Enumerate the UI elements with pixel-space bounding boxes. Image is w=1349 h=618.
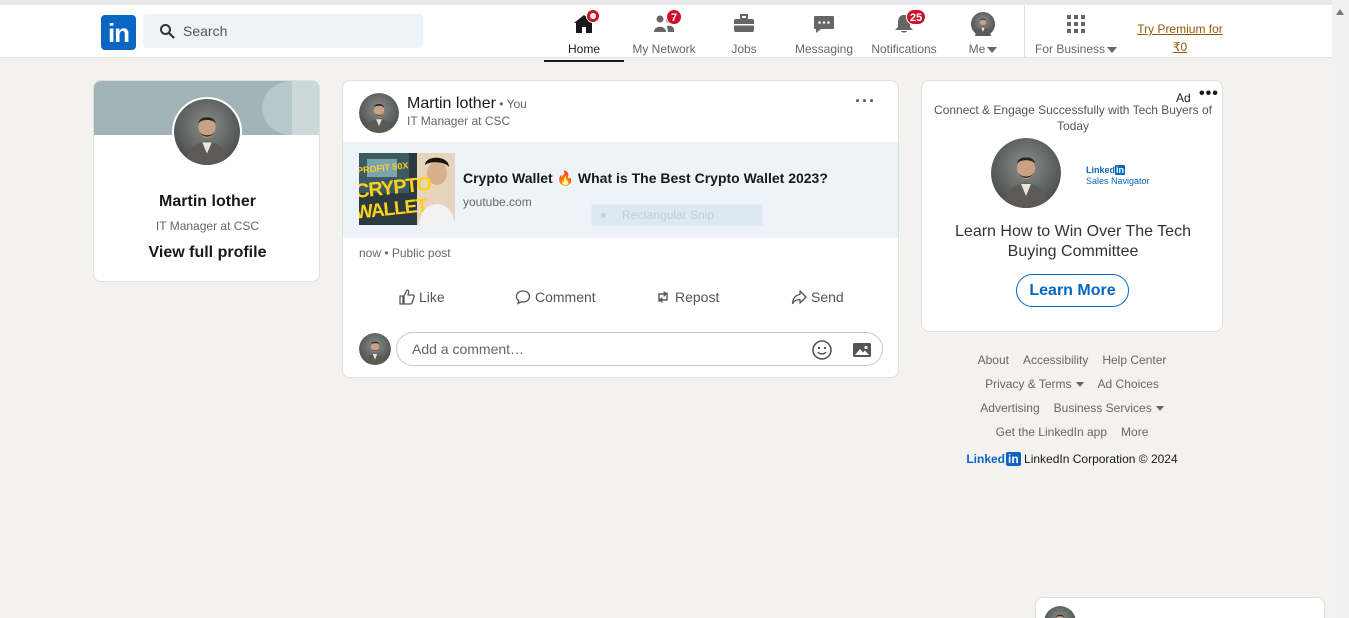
sales-nav-in: in bbox=[1115, 165, 1126, 175]
nav-me-label: Me bbox=[968, 42, 986, 56]
chevron-down-icon bbox=[1155, 406, 1164, 412]
sales-nav-linked: Linked bbox=[1086, 165, 1116, 175]
network-badge: 7 bbox=[666, 9, 682, 25]
footer-copyright: Linked in LinkedIn Corporation © 2024 bbox=[921, 452, 1223, 466]
like-button[interactable]: Like bbox=[399, 281, 445, 313]
footer-linkedin-logo: Linked in bbox=[966, 452, 1021, 466]
footer-advertising[interactable]: Advertising bbox=[980, 401, 1039, 415]
search-input[interactable] bbox=[183, 14, 413, 48]
footer-more[interactable]: More bbox=[1121, 425, 1148, 439]
nav-divider bbox=[1024, 5, 1025, 58]
post-author-you: • You bbox=[495, 97, 527, 111]
nav-for-business-label: For Business bbox=[1034, 42, 1106, 56]
post-author-name[interactable]: Martin lother bbox=[407, 95, 496, 112]
view-full-profile-link[interactable]: View full profile bbox=[94, 244, 319, 262]
try-premium-link[interactable]: Try Premium for ₹0 bbox=[1132, 20, 1228, 56]
nav-jobs[interactable]: Jobs bbox=[704, 10, 784, 62]
message-icon bbox=[812, 12, 836, 36]
nav-messaging[interactable]: Messaging bbox=[784, 10, 864, 62]
footer-links: About Accessibility Help Center Privacy & … bbox=[921, 352, 1223, 466]
rectangular-snip-overlay: Rectangular Snip bbox=[591, 204, 763, 226]
ad-more-options-icon[interactable]: ••• bbox=[1199, 85, 1219, 103]
briefcase-icon bbox=[732, 12, 756, 36]
footer-get-app[interactable]: Get the LinkedIn app bbox=[996, 425, 1107, 439]
profile-avatar[interactable] bbox=[172, 97, 242, 167]
post-more-options-icon[interactable]: ··· bbox=[855, 91, 876, 112]
nav-jobs-label: Jobs bbox=[731, 42, 757, 56]
learn-more-button[interactable]: Learn More bbox=[1016, 274, 1129, 307]
link-preview[interactable]: PROFIT 50X CRYPTO WALLET Crypto Wallet 🔥… bbox=[343, 142, 898, 238]
me-avatar bbox=[971, 12, 995, 36]
like-label: Like bbox=[419, 289, 445, 305]
post-visibility: now • Public post bbox=[359, 246, 451, 260]
emoji-icon[interactable] bbox=[811, 339, 833, 361]
nav-notifications[interactable]: 25 Notifications bbox=[864, 9, 944, 62]
top-nav-bar: in Home 7 My Network Jobs Messaging bbox=[0, 0, 1332, 62]
page-scrollbar[interactable] bbox=[1332, 0, 1349, 618]
link-title[interactable]: Crypto Wallet 🔥 What is The Best Crypto … bbox=[463, 170, 828, 187]
image-icon[interactable] bbox=[851, 339, 873, 361]
ad-card: Ad ••• Connect & Engage Successfully wit… bbox=[921, 80, 1223, 332]
linkedin-logo[interactable]: in bbox=[101, 15, 136, 50]
home-notification-dot bbox=[586, 9, 600, 23]
video-thumbnail[interactable]: PROFIT 50X CRYPTO WALLET bbox=[359, 153, 455, 225]
scroll-up-arrow-icon[interactable] bbox=[1336, 9, 1344, 15]
repost-button[interactable]: Repost bbox=[655, 281, 719, 313]
chevron-down-icon bbox=[987, 46, 998, 53]
footer-help-center[interactable]: Help Center bbox=[1102, 353, 1166, 367]
post-author-avatar[interactable] bbox=[359, 93, 399, 133]
nav-my-network[interactable]: 7 My Network bbox=[624, 9, 704, 62]
footer-privacy-terms[interactable]: Privacy & Terms bbox=[985, 377, 1084, 391]
ad-text: Learn How to Win Over The Tech Buying Co… bbox=[955, 223, 1191, 260]
notifications-badge: 25 bbox=[906, 9, 927, 25]
comment-avatar bbox=[359, 333, 391, 365]
premium-line-1: Try Premium for bbox=[1137, 22, 1223, 36]
send-label: Send bbox=[811, 289, 844, 305]
chevron-down-icon bbox=[1107, 46, 1118, 53]
send-button[interactable]: Send bbox=[791, 281, 844, 313]
people-icon: 7 bbox=[652, 9, 682, 36]
copyright-text: LinkedIn Corporation © 2024 bbox=[1024, 452, 1178, 466]
nav-home[interactable]: Home bbox=[544, 9, 624, 62]
repost-icon bbox=[658, 291, 668, 303]
messaging-avatar bbox=[1044, 606, 1076, 618]
send-icon bbox=[791, 290, 807, 305]
nav-my-network-label: My Network bbox=[632, 42, 696, 56]
thumbs-up-icon bbox=[399, 289, 415, 305]
grid-icon bbox=[1064, 12, 1088, 36]
link-domain: youtube.com bbox=[463, 195, 532, 209]
ad-avatar bbox=[991, 138, 1061, 208]
footer-accessibility[interactable]: Accessibility bbox=[1023, 353, 1088, 367]
premium-line-2: ₹0 bbox=[1172, 40, 1188, 54]
footer-business-services[interactable]: Business Services bbox=[1054, 401, 1164, 415]
nav-me[interactable]: Me bbox=[950, 10, 1016, 62]
repost-label: Repost bbox=[675, 289, 720, 305]
nav-for-business[interactable]: For Business bbox=[1030, 10, 1122, 62]
profile-card: Martin lother IT Manager at CSC View ful… bbox=[93, 80, 320, 282]
home-icon bbox=[572, 9, 600, 36]
profile-name[interactable]: Martin lother bbox=[94, 193, 319, 211]
nav-notifications-label: Notifications bbox=[871, 42, 937, 56]
post-card: Martin lother • You IT Manager at CSC ··… bbox=[342, 80, 899, 378]
comment-button[interactable]: Comment bbox=[515, 281, 596, 313]
messaging-overlay[interactable] bbox=[1035, 597, 1325, 618]
post-actions: Like Comment Repost Send bbox=[359, 281, 884, 313]
search-box[interactable] bbox=[143, 14, 423, 48]
sales-navigator-logo: Linkedin Sales Navigator bbox=[1086, 165, 1150, 187]
nav-messaging-label: Messaging bbox=[794, 42, 854, 56]
footer-about[interactable]: About bbox=[978, 353, 1009, 367]
ad-headline: Connect & Engage Successfully with Tech … bbox=[934, 103, 1212, 133]
chevron-down-icon bbox=[1075, 382, 1084, 388]
footer-ad-choices[interactable]: Ad Choices bbox=[1098, 377, 1159, 391]
comment-box[interactable] bbox=[396, 332, 883, 366]
profile-title: IT Manager at CSC bbox=[155, 219, 260, 233]
bell-icon: 25 bbox=[892, 9, 927, 36]
comment-label: Comment bbox=[535, 289, 596, 305]
comment-icon bbox=[515, 290, 531, 305]
sales-nav-text: Sales Navigator bbox=[1086, 176, 1150, 186]
search-icon bbox=[160, 24, 175, 39]
post-author-title: IT Manager at CSC bbox=[407, 114, 511, 128]
comment-input[interactable] bbox=[412, 333, 792, 365]
nav-home-label: Home bbox=[567, 42, 600, 56]
